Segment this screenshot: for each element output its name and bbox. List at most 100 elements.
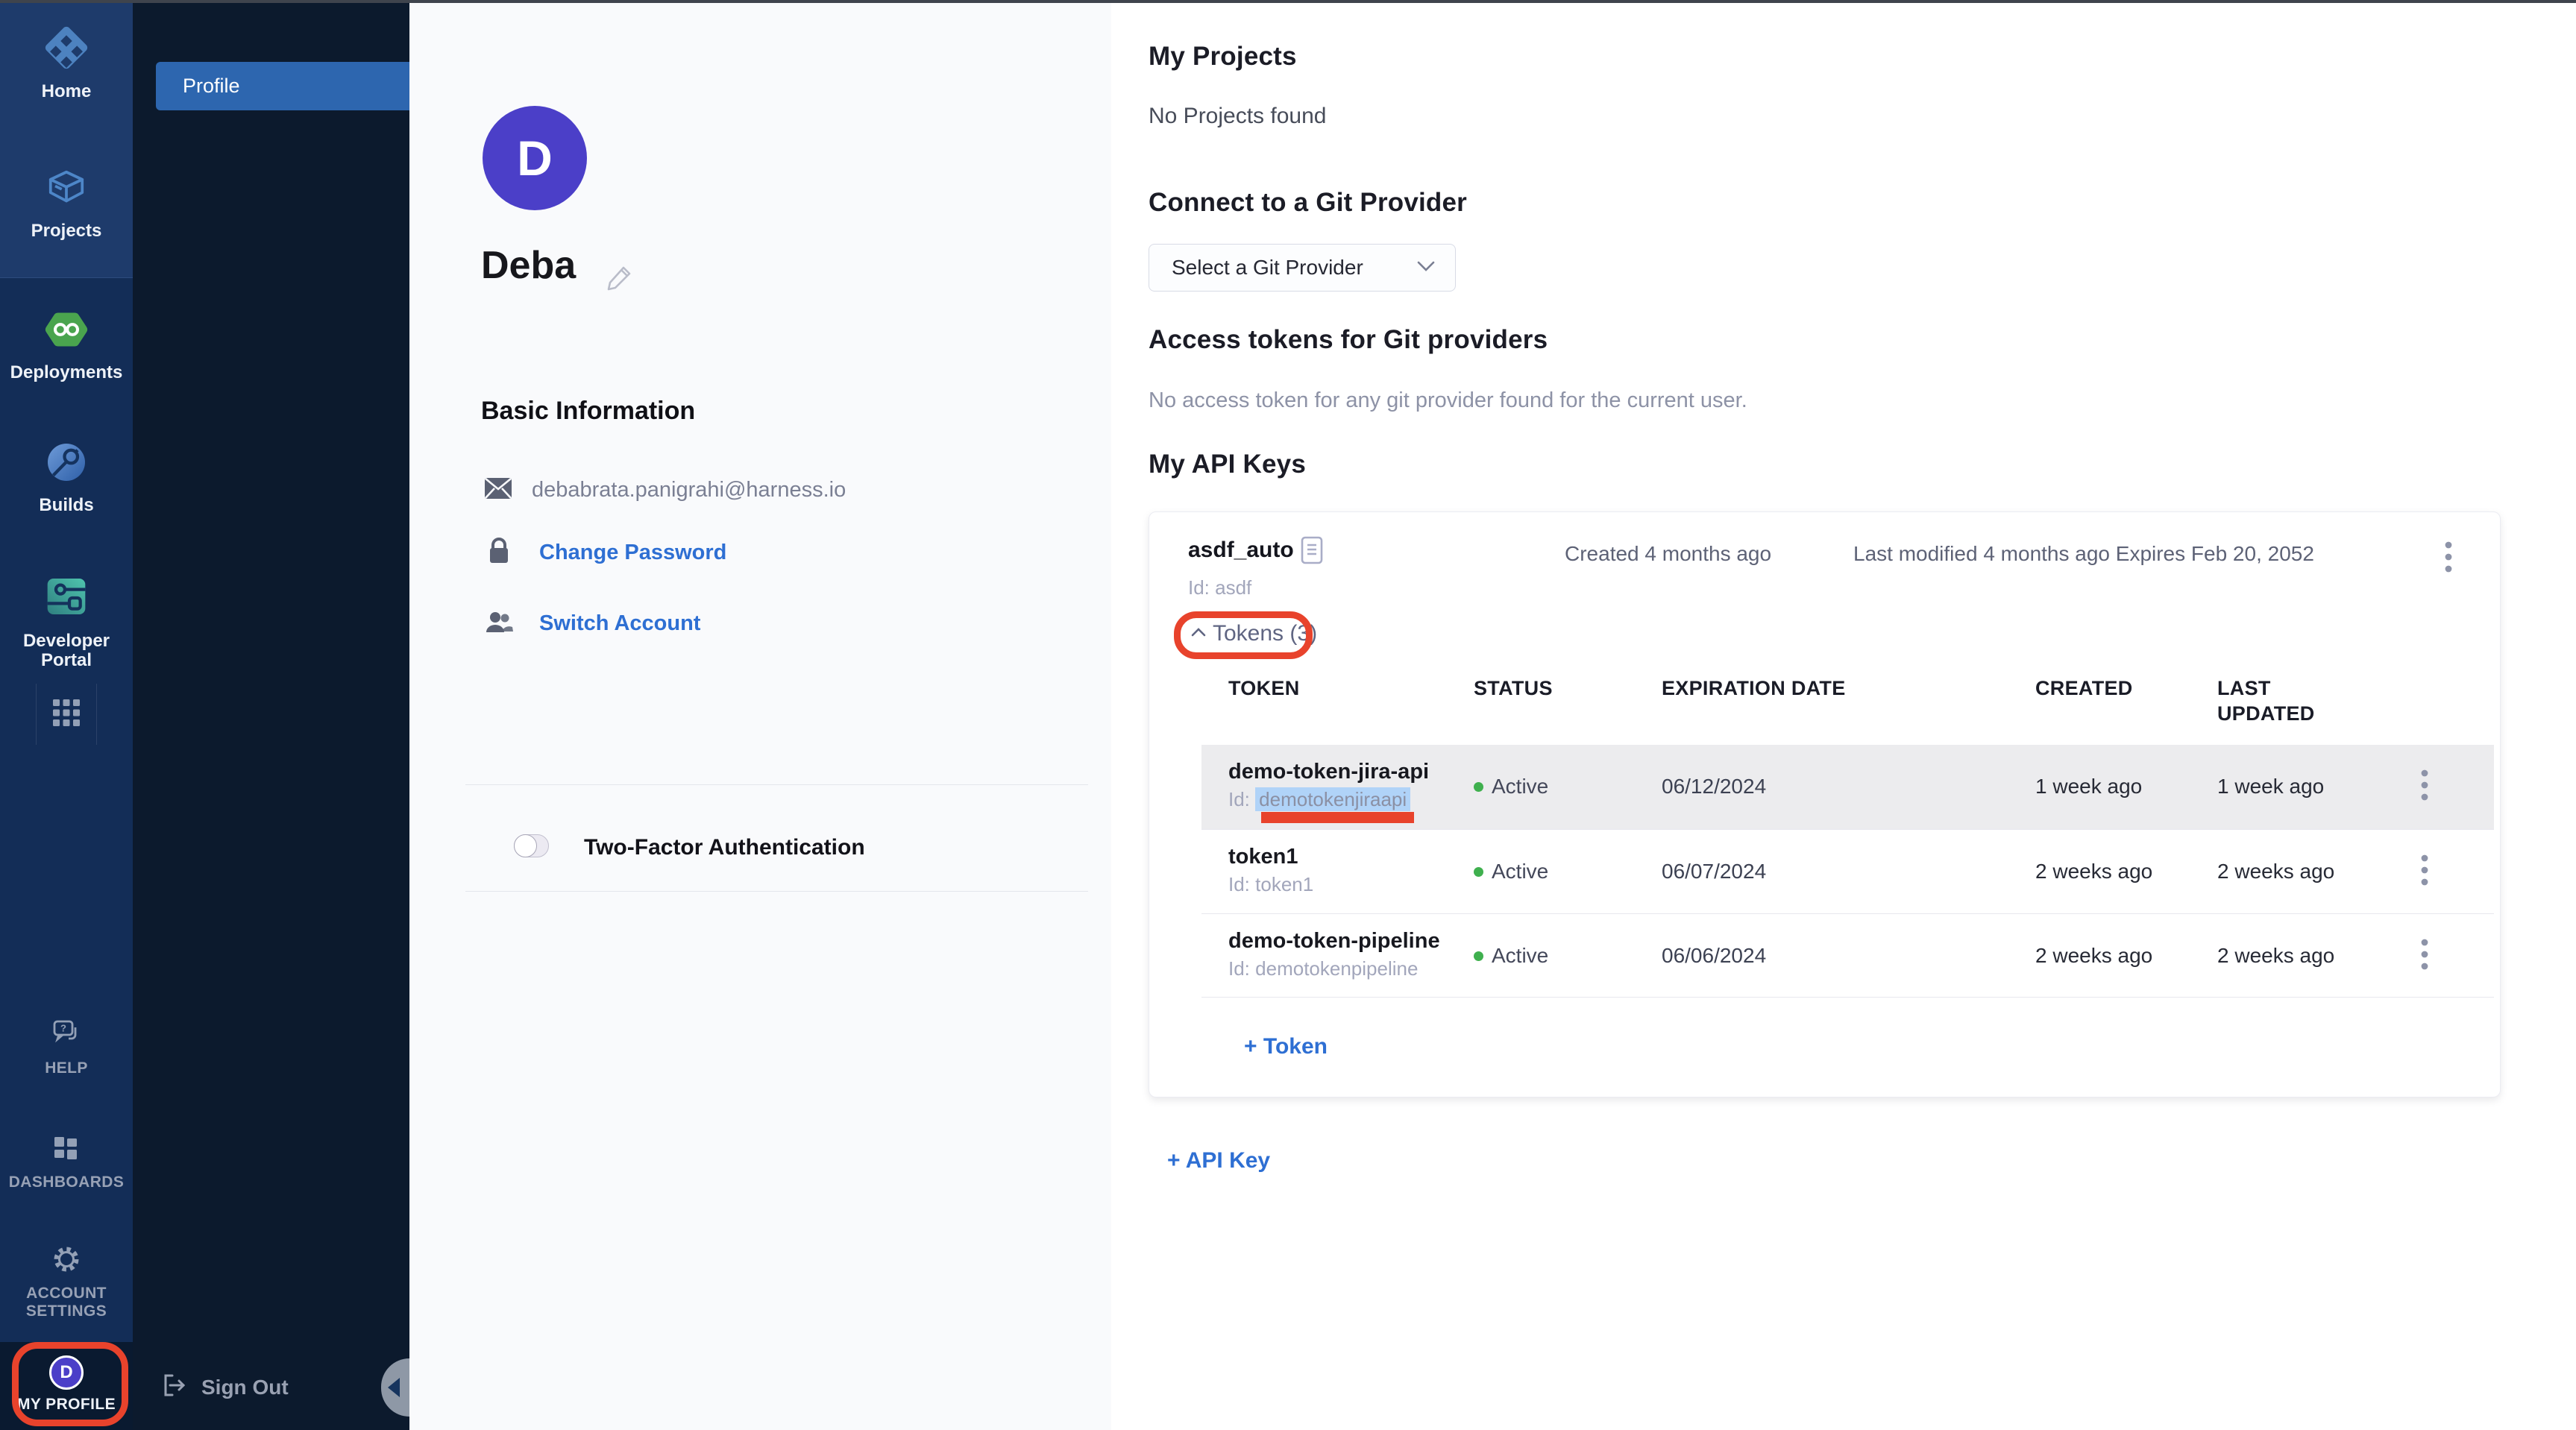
help-icon: ?	[50, 1017, 83, 1053]
gear-icon	[51, 1244, 82, 1279]
api-key-id: Id: asdf	[1188, 576, 1251, 599]
dashboards-icon	[51, 1134, 81, 1168]
add-token-button[interactable]: + Token	[1244, 1034, 1328, 1059]
sidebar-item-builds[interactable]: Builds	[0, 440, 133, 515]
two-factor-toggle[interactable]	[514, 834, 549, 857]
chevron-down-icon	[1416, 260, 1436, 276]
token-menu-icon[interactable]	[2420, 852, 2429, 892]
sidebar-item-my-profile[interactable]: D MY PROFILE	[0, 1355, 133, 1414]
sidebar-item-dashboards[interactable]: DASHBOARDS	[0, 1134, 133, 1191]
sidebar-item-label: HELP	[0, 1059, 133, 1077]
api-keys-title: My API Keys	[1149, 450, 1306, 479]
add-api-key-button[interactable]: + API Key	[1167, 1148, 1270, 1174]
token-expiration: 06/12/2024	[1662, 775, 1766, 799]
primary-sidebar: Home Projects Deployments Builds Develop	[0, 0, 133, 1430]
switch-account-link[interactable]: Switch Account	[539, 611, 700, 636]
email-icon	[484, 477, 512, 503]
builds-icon	[44, 440, 89, 488]
sidebar-item-developer-portal[interactable]: Developer Portal	[0, 573, 133, 670]
sign-out-label: Sign Out	[201, 1376, 289, 1399]
main-content: My Projects No Projects found Connect to…	[1111, 0, 2576, 1430]
sidebar-collapse-button[interactable]	[381, 1358, 409, 1417]
status-label: Active	[1492, 944, 1548, 968]
sidebar-item-label: Projects	[0, 221, 133, 241]
sidebar-item-help[interactable]: ? HELP	[0, 1017, 133, 1077]
status-label: Active	[1492, 775, 1548, 799]
my-profile-label: MY PROFILE	[0, 1396, 133, 1414]
git-provider-select[interactable]: Select a Git Provider	[1149, 244, 1456, 292]
module-picker-button[interactable]	[36, 684, 97, 745]
sidebar-item-deployments[interactable]: Deployments	[0, 307, 133, 382]
nav-item-profile-selected[interactable]: Profile	[156, 62, 409, 110]
token-row[interactable]: demo-token-jira-api Id: demotokenjiraapi…	[1201, 745, 2494, 830]
copy-icon[interactable]	[1299, 535, 1325, 570]
api-key-name: asdf_auto	[1188, 538, 1294, 563]
token-status: Active	[1474, 944, 1548, 968]
token-menu-icon[interactable]	[2420, 767, 2429, 807]
chevron-up-icon	[1190, 627, 1207, 641]
chevron-left-icon	[388, 1378, 400, 1397]
sidebar-item-account-settings[interactable]: ACCOUNT SETTINGS	[0, 1244, 133, 1320]
api-key-card: asdf_auto Id: asdf Created 4 months ago …	[1149, 511, 2501, 1097]
user-display-name: Deba	[481, 243, 576, 288]
sidebar-item-label: Builds	[0, 496, 133, 515]
deployments-icon	[44, 307, 89, 356]
users-icon	[484, 608, 514, 639]
col-header-status: STATUS	[1474, 675, 1553, 701]
token-created: 1 week ago	[2035, 775, 2142, 799]
token-name: demo-token-pipeline	[1228, 929, 1440, 954]
my-projects-title: My Projects	[1149, 42, 1297, 72]
token-updated: 1 week ago	[2217, 775, 2324, 799]
token-updated: 2 weeks ago	[2217, 860, 2334, 883]
sidebar-item-label: DASHBOARDS	[0, 1174, 133, 1191]
api-key-menu-icon[interactable]	[2444, 539, 2453, 579]
projects-icon	[44, 166, 89, 214]
divider	[465, 891, 1088, 892]
change-password-link[interactable]: Change Password	[539, 541, 726, 565]
api-key-modified-expires: Last modified 4 months ago Expires Feb 2…	[1853, 542, 2314, 566]
divider	[465, 784, 1088, 785]
token-id-value: demotokenpipeline	[1255, 957, 1418, 980]
status-label: Active	[1492, 860, 1548, 883]
token-id: Id: demotokenpipeline	[1228, 957, 1418, 980]
token-expiration: 06/06/2024	[1662, 944, 1766, 968]
col-header-last-updated: LAST UPDATED	[2217, 675, 2344, 726]
token-name: demo-token-jira-api	[1228, 760, 1429, 784]
basic-information-title: Basic Information	[481, 397, 695, 426]
token-status: Active	[1474, 860, 1548, 883]
sidebar-item-projects[interactable]: Projects	[0, 166, 133, 241]
change-password-row[interactable]: Change Password	[487, 537, 726, 569]
toggle-knob	[514, 834, 537, 857]
no-projects-text: No Projects found	[1149, 104, 1326, 129]
sidebar-item-home[interactable]: Home	[0, 25, 133, 101]
token-name: token1	[1228, 845, 1298, 869]
home-icon	[43, 25, 89, 75]
token-id: Id: token1	[1228, 873, 1313, 896]
token-menu-icon[interactable]	[2420, 936, 2429, 976]
col-header-token: TOKEN	[1228, 675, 1300, 701]
token-id-prefix: Id:	[1228, 788, 1250, 810]
tokens-expander[interactable]: Tokens (3)	[1190, 621, 1317, 646]
token-id-value-selected: demotokenjiraapi	[1255, 787, 1410, 811]
token-status: Active	[1474, 775, 1548, 799]
avatar[interactable]: D	[483, 106, 587, 210]
harness-profile-screen: Home Projects Deployments Builds Develop	[0, 0, 2576, 1430]
token-row[interactable]: token1 Id: token1 Active 06/07/2024 2 we…	[1201, 830, 2494, 914]
api-key-created: Created 4 months ago	[1565, 542, 1771, 566]
col-header-created: CREATED	[2035, 675, 2133, 701]
edit-name-icon[interactable]	[605, 262, 635, 296]
profile-panel: D Deba Basic Information debabrata.panig…	[409, 0, 1111, 1430]
sign-out-button[interactable]: Sign Out	[161, 1372, 289, 1402]
access-tokens-title: Access tokens for Git providers	[1149, 325, 1548, 355]
token-id: Id: demotokenjiraapi	[1228, 788, 1410, 811]
token-row[interactable]: demo-token-pipeline Id: demotokenpipelin…	[1201, 914, 2494, 998]
token-id-value: token1	[1255, 873, 1313, 895]
two-factor-label: Two-Factor Authentication	[584, 835, 865, 860]
sidebar-item-label: Deployments	[0, 363, 133, 382]
developer-portal-icon	[43, 573, 90, 624]
col-header-expiration: EXPIRATION DATE	[1662, 675, 1846, 701]
git-provider-title: Connect to a Git Provider	[1149, 188, 1467, 218]
user-email: debabrata.panigrahi@harness.io	[532, 478, 846, 503]
tokens-count-label: Tokens (3)	[1213, 621, 1317, 646]
switch-account-row[interactable]: Switch Account	[484, 608, 700, 639]
